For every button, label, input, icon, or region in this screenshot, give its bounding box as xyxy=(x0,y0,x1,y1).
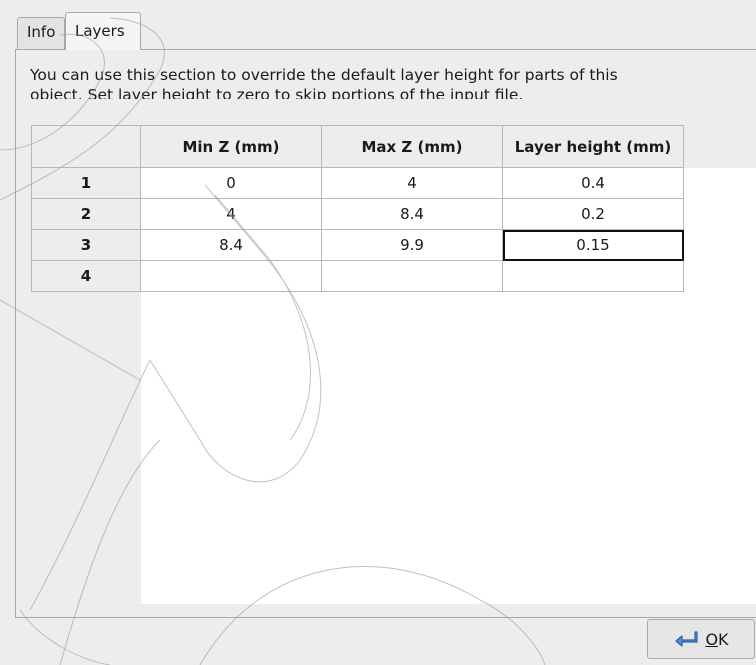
max-z-cell[interactable]: 9.9 xyxy=(321,229,503,261)
ok-label: OK xyxy=(705,629,729,649)
tab-info[interactable]: Info xyxy=(17,17,65,49)
return-arrow-icon xyxy=(673,629,699,649)
min-z-cell[interactable] xyxy=(140,260,322,292)
layer-height-cell[interactable]: 0.2 xyxy=(502,198,684,230)
max-z-cell[interactable] xyxy=(321,260,503,292)
corner-header[interactable] xyxy=(31,125,141,168)
ok-button[interactable]: OK xyxy=(647,619,755,659)
layer-height-cell[interactable] xyxy=(502,260,684,292)
table-row: 2 4 8.4 0.2 xyxy=(31,198,684,230)
max-z-cell[interactable]: 8.4 xyxy=(321,198,503,230)
layer-height-table: Min Z (mm) Max Z (mm) Layer height (mm) … xyxy=(31,125,684,292)
table-row: 3 8.4 9.9 0.15 xyxy=(31,229,684,261)
description-line-1: You can use this section to override the… xyxy=(30,66,618,84)
row-header[interactable]: 2 xyxy=(31,198,141,230)
layer-height-cell[interactable]: 0.4 xyxy=(502,167,684,199)
row-header[interactable]: 4 xyxy=(31,260,141,292)
row-header[interactable]: 1 xyxy=(31,167,141,199)
table-row: 1 0 4 0.4 xyxy=(31,167,684,199)
table-row: 4 xyxy=(31,260,684,292)
tab-layers[interactable]: Layers xyxy=(65,12,141,50)
layers-panel: You can use this section to override the… xyxy=(15,49,756,618)
column-header-min-z[interactable]: Min Z (mm) xyxy=(140,125,322,168)
row-header[interactable]: 3 xyxy=(31,229,141,261)
description-text: You can use this section to override the… xyxy=(30,65,730,99)
min-z-cell[interactable]: 0 xyxy=(140,167,322,199)
max-z-cell[interactable]: 4 xyxy=(321,167,503,199)
table-header-row: Min Z (mm) Max Z (mm) Layer height (mm) xyxy=(31,125,684,168)
min-z-cell[interactable]: 4 xyxy=(140,198,322,230)
min-z-cell[interactable]: 8.4 xyxy=(140,229,322,261)
description-line-2: object. Set layer height to zero to skip… xyxy=(30,86,524,99)
layer-height-cell-editing[interactable]: 0.15 xyxy=(502,229,684,261)
column-header-max-z[interactable]: Max Z (mm) xyxy=(321,125,503,168)
column-header-layer-height[interactable]: Layer height (mm) xyxy=(502,125,684,168)
